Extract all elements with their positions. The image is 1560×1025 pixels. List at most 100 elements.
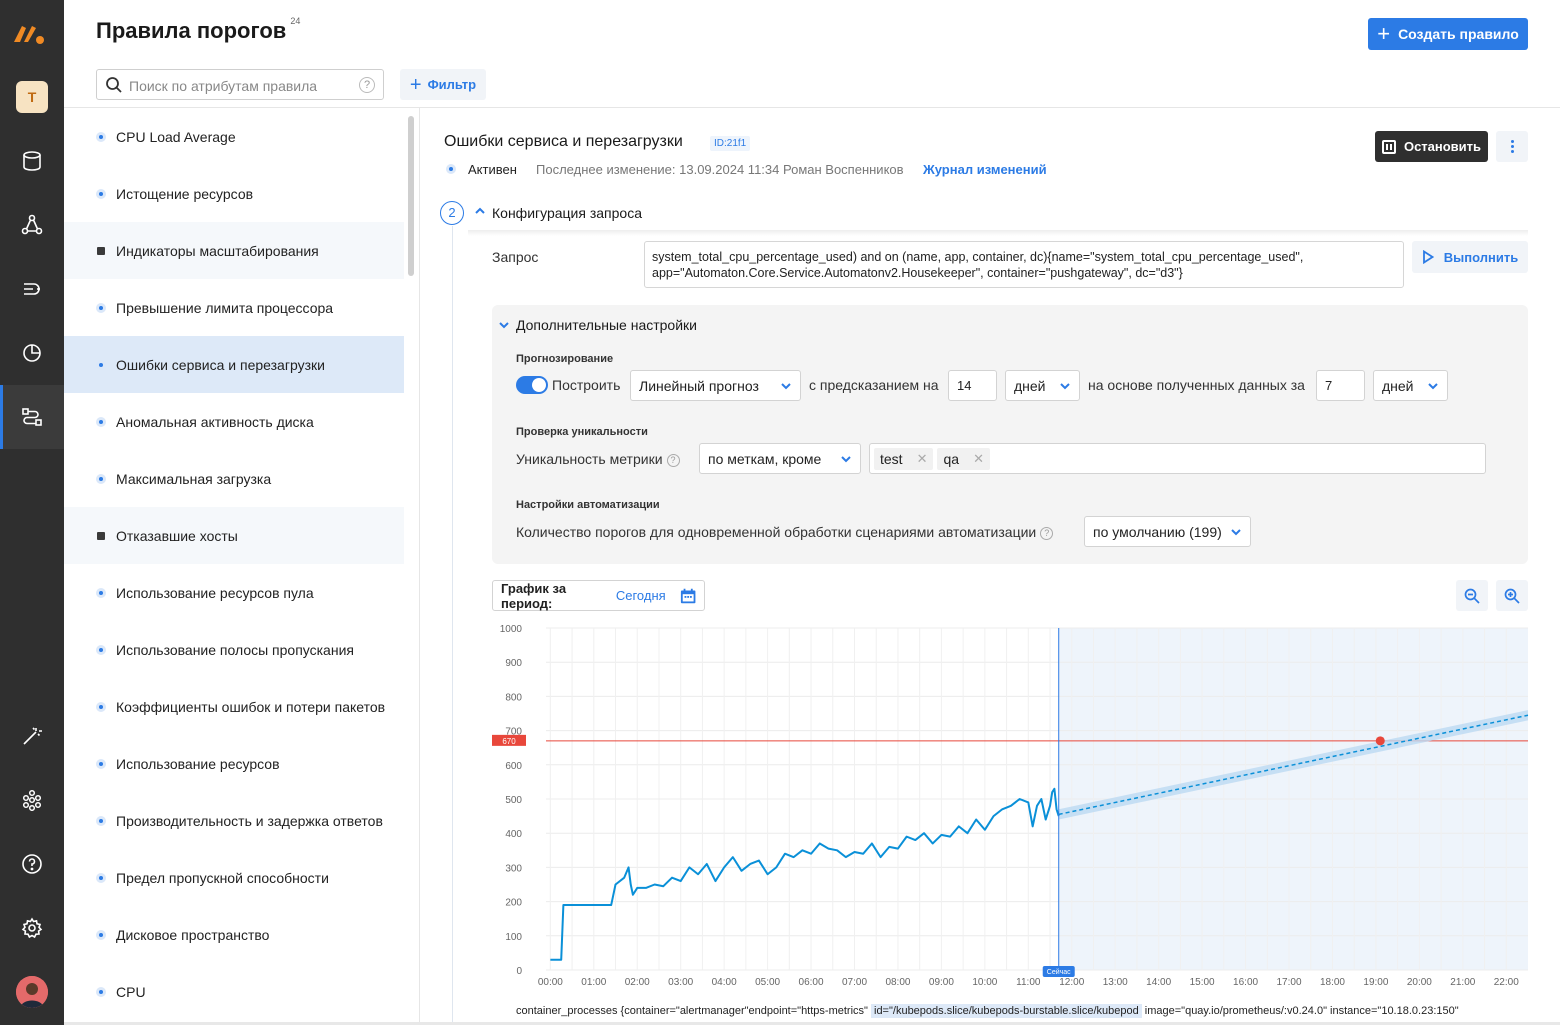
- predict-unit-value: дней: [1014, 377, 1046, 394]
- play-icon: [1422, 250, 1434, 264]
- advanced-settings-title[interactable]: Дополнительные настройки: [516, 317, 697, 333]
- list-scrollbar[interactable]: [408, 116, 414, 276]
- automation-select[interactable]: по умолчанию (199): [1084, 516, 1251, 547]
- chevron-down-icon: [1060, 382, 1070, 389]
- based-unit-select[interactable]: дней: [1373, 370, 1448, 401]
- filter-label: Фильтр: [427, 77, 477, 92]
- zoom-out-button[interactable]: [1456, 580, 1488, 611]
- rule-list-item[interactable]: Использование ресурсов пула: [64, 564, 404, 621]
- uniqueness-tags-input[interactable]: test ✕ qa ✕: [869, 443, 1486, 474]
- legend-suffix: image="quay.io/prometheus/:v0.24.0" inst…: [1144, 1005, 1459, 1017]
- workspace-avatar[interactable]: T: [16, 81, 48, 113]
- settings-icon: [21, 917, 43, 939]
- rule-id-badge: ID:21f1: [710, 136, 751, 151]
- nav-pipeline[interactable]: [0, 257, 64, 321]
- query-line-2: app="Automaton.Core.Service.Automatonv2.…: [652, 266, 1183, 280]
- search-icon: [106, 77, 122, 93]
- close-icon[interactable]: ✕: [973, 451, 984, 467]
- help-icon[interactable]: ?: [666, 454, 680, 467]
- rule-list-item-label: Истощение ресурсов: [116, 185, 254, 202]
- query-input[interactable]: system_total_cpu_percentage_used) and on…: [644, 241, 1404, 288]
- close-icon[interactable]: ✕: [917, 451, 928, 467]
- rule-list-item[interactable]: Дисковое пространство: [64, 906, 404, 963]
- x-tick-label: 08:00: [885, 977, 910, 988]
- change-log-link[interactable]: Журнал изменений: [923, 162, 1047, 177]
- metric-chart[interactable]: 0100200300400500600700800900100000:00 01:…: [492, 618, 1532, 993]
- user-avatar[interactable]: [16, 976, 48, 1008]
- uniqueness-label-text: Уникальность метрики: [516, 451, 663, 467]
- y-tick-label: 100: [505, 932, 522, 943]
- stopped-status-icon: [96, 246, 106, 256]
- help-icon[interactable]: ?: [1040, 527, 1054, 540]
- forecast-toggle[interactable]: [516, 376, 548, 394]
- rule-list-item[interactable]: Превышение лимита процессора: [64, 279, 404, 336]
- filter-button[interactable]: + Фильтр: [400, 69, 486, 100]
- rule-list-item[interactable]: Предел пропускной способности: [64, 849, 404, 906]
- series-legend[interactable]: container_processes {container="alertman…: [516, 1004, 1459, 1018]
- automation-heading: Настройки автоматизации: [516, 499, 660, 511]
- based-days-input[interactable]: 7: [1316, 370, 1365, 401]
- nav-magic[interactable]: [0, 704, 64, 768]
- x-tick-label: 20:00: [1407, 977, 1432, 988]
- predict-label: с предсказанием на: [809, 377, 939, 393]
- nav-pie-chart[interactable]: [0, 321, 64, 385]
- active-status-icon: [96, 416, 106, 427]
- x-tick-label: 10:00: [972, 977, 997, 988]
- rule-list-item[interactable]: CPU: [64, 963, 404, 1020]
- nav-network[interactable]: [0, 193, 64, 257]
- y-tick-label: 800: [505, 692, 522, 703]
- more-menu-button[interactable]: [1496, 131, 1528, 162]
- uniqueness-label: Уникальность метрики?: [516, 451, 680, 467]
- query-line-1: system_total_cpu_percentage_used) and on…: [652, 250, 1304, 264]
- nav-help[interactable]: [0, 832, 64, 896]
- rule-list-item-label: Коэффициенты ошибок и потери пакетов: [116, 698, 386, 715]
- rule-list-item[interactable]: Отказавшие хосты: [64, 507, 404, 564]
- rule-list-item[interactable]: Использование полосы пропускания: [64, 621, 404, 678]
- rule-list-item-label: Индикаторы масштабирования: [116, 242, 319, 259]
- network-icon: [21, 214, 43, 235]
- period-picker[interactable]: График за период: Сегодня: [492, 580, 705, 611]
- rule-list-item[interactable]: Использование ресурсов: [64, 735, 404, 792]
- rule-list-item[interactable]: Производительность и задержка ответов: [64, 792, 404, 849]
- x-tick-label: 16:00: [1233, 977, 1258, 988]
- nav-settings[interactable]: [0, 896, 64, 960]
- active-status-icon: [96, 131, 106, 142]
- run-button[interactable]: Выполнить: [1412, 241, 1528, 273]
- period-label: График за период:: [501, 580, 567, 611]
- calendar-icon: [680, 588, 696, 603]
- stop-button[interactable]: Остановить: [1375, 131, 1488, 162]
- step-number: 2: [440, 201, 464, 225]
- x-tick-label: 01:00: [581, 977, 606, 988]
- rule-list-item[interactable]: Аномальная активность диска: [64, 393, 404, 450]
- pause-icon: [1381, 139, 1396, 154]
- search-help-icon[interactable]: ?: [359, 77, 375, 93]
- rule-list-item[interactable]: Коэффициенты ошибок и потери пакетов: [64, 678, 404, 735]
- app-logo[interactable]: [12, 18, 52, 48]
- rule-list-item[interactable]: Ошибки сервиса и перезагрузки: [64, 336, 404, 393]
- nav-cluster[interactable]: [0, 768, 64, 832]
- zoom-in-button[interactable]: [1496, 580, 1528, 611]
- magic-wand-icon: [23, 727, 42, 745]
- predict-unit-select[interactable]: дней: [1005, 370, 1080, 401]
- zoom-out-icon: [1464, 588, 1480, 604]
- section-divider: [468, 230, 1528, 236]
- nav-database[interactable]: [0, 129, 64, 193]
- predict-days-input[interactable]: 14: [948, 370, 997, 401]
- plus-icon: +: [1377, 21, 1391, 46]
- rule-list-item[interactable]: Индикаторы масштабирования: [64, 222, 404, 279]
- uniqueness-mode-select[interactable]: по меткам, кроме: [699, 443, 861, 474]
- chevron-up-icon[interactable]: [474, 205, 486, 217]
- threshold-crossing-point: [1375, 736, 1385, 746]
- section-title[interactable]: Конфигурация запроса: [492, 205, 642, 221]
- search-input[interactable]: Поиск по атрибутам правила ?: [96, 69, 384, 100]
- nav-rules[interactable]: [0, 385, 64, 449]
- plus-icon: +: [409, 73, 422, 96]
- rule-list-item[interactable]: CPU Load Average: [64, 108, 404, 165]
- rule-list-item[interactable]: Максимальная загрузка: [64, 450, 404, 507]
- forecast-type-select[interactable]: Линейный прогноз: [630, 370, 801, 401]
- x-tick-label: 03:00: [668, 977, 693, 988]
- y-tick-label: 200: [505, 898, 522, 909]
- chevron-down-icon[interactable]: [498, 319, 510, 331]
- rule-list-item[interactable]: Истощение ресурсов: [64, 165, 404, 222]
- create-rule-button[interactable]: + Создать правило: [1368, 18, 1528, 50]
